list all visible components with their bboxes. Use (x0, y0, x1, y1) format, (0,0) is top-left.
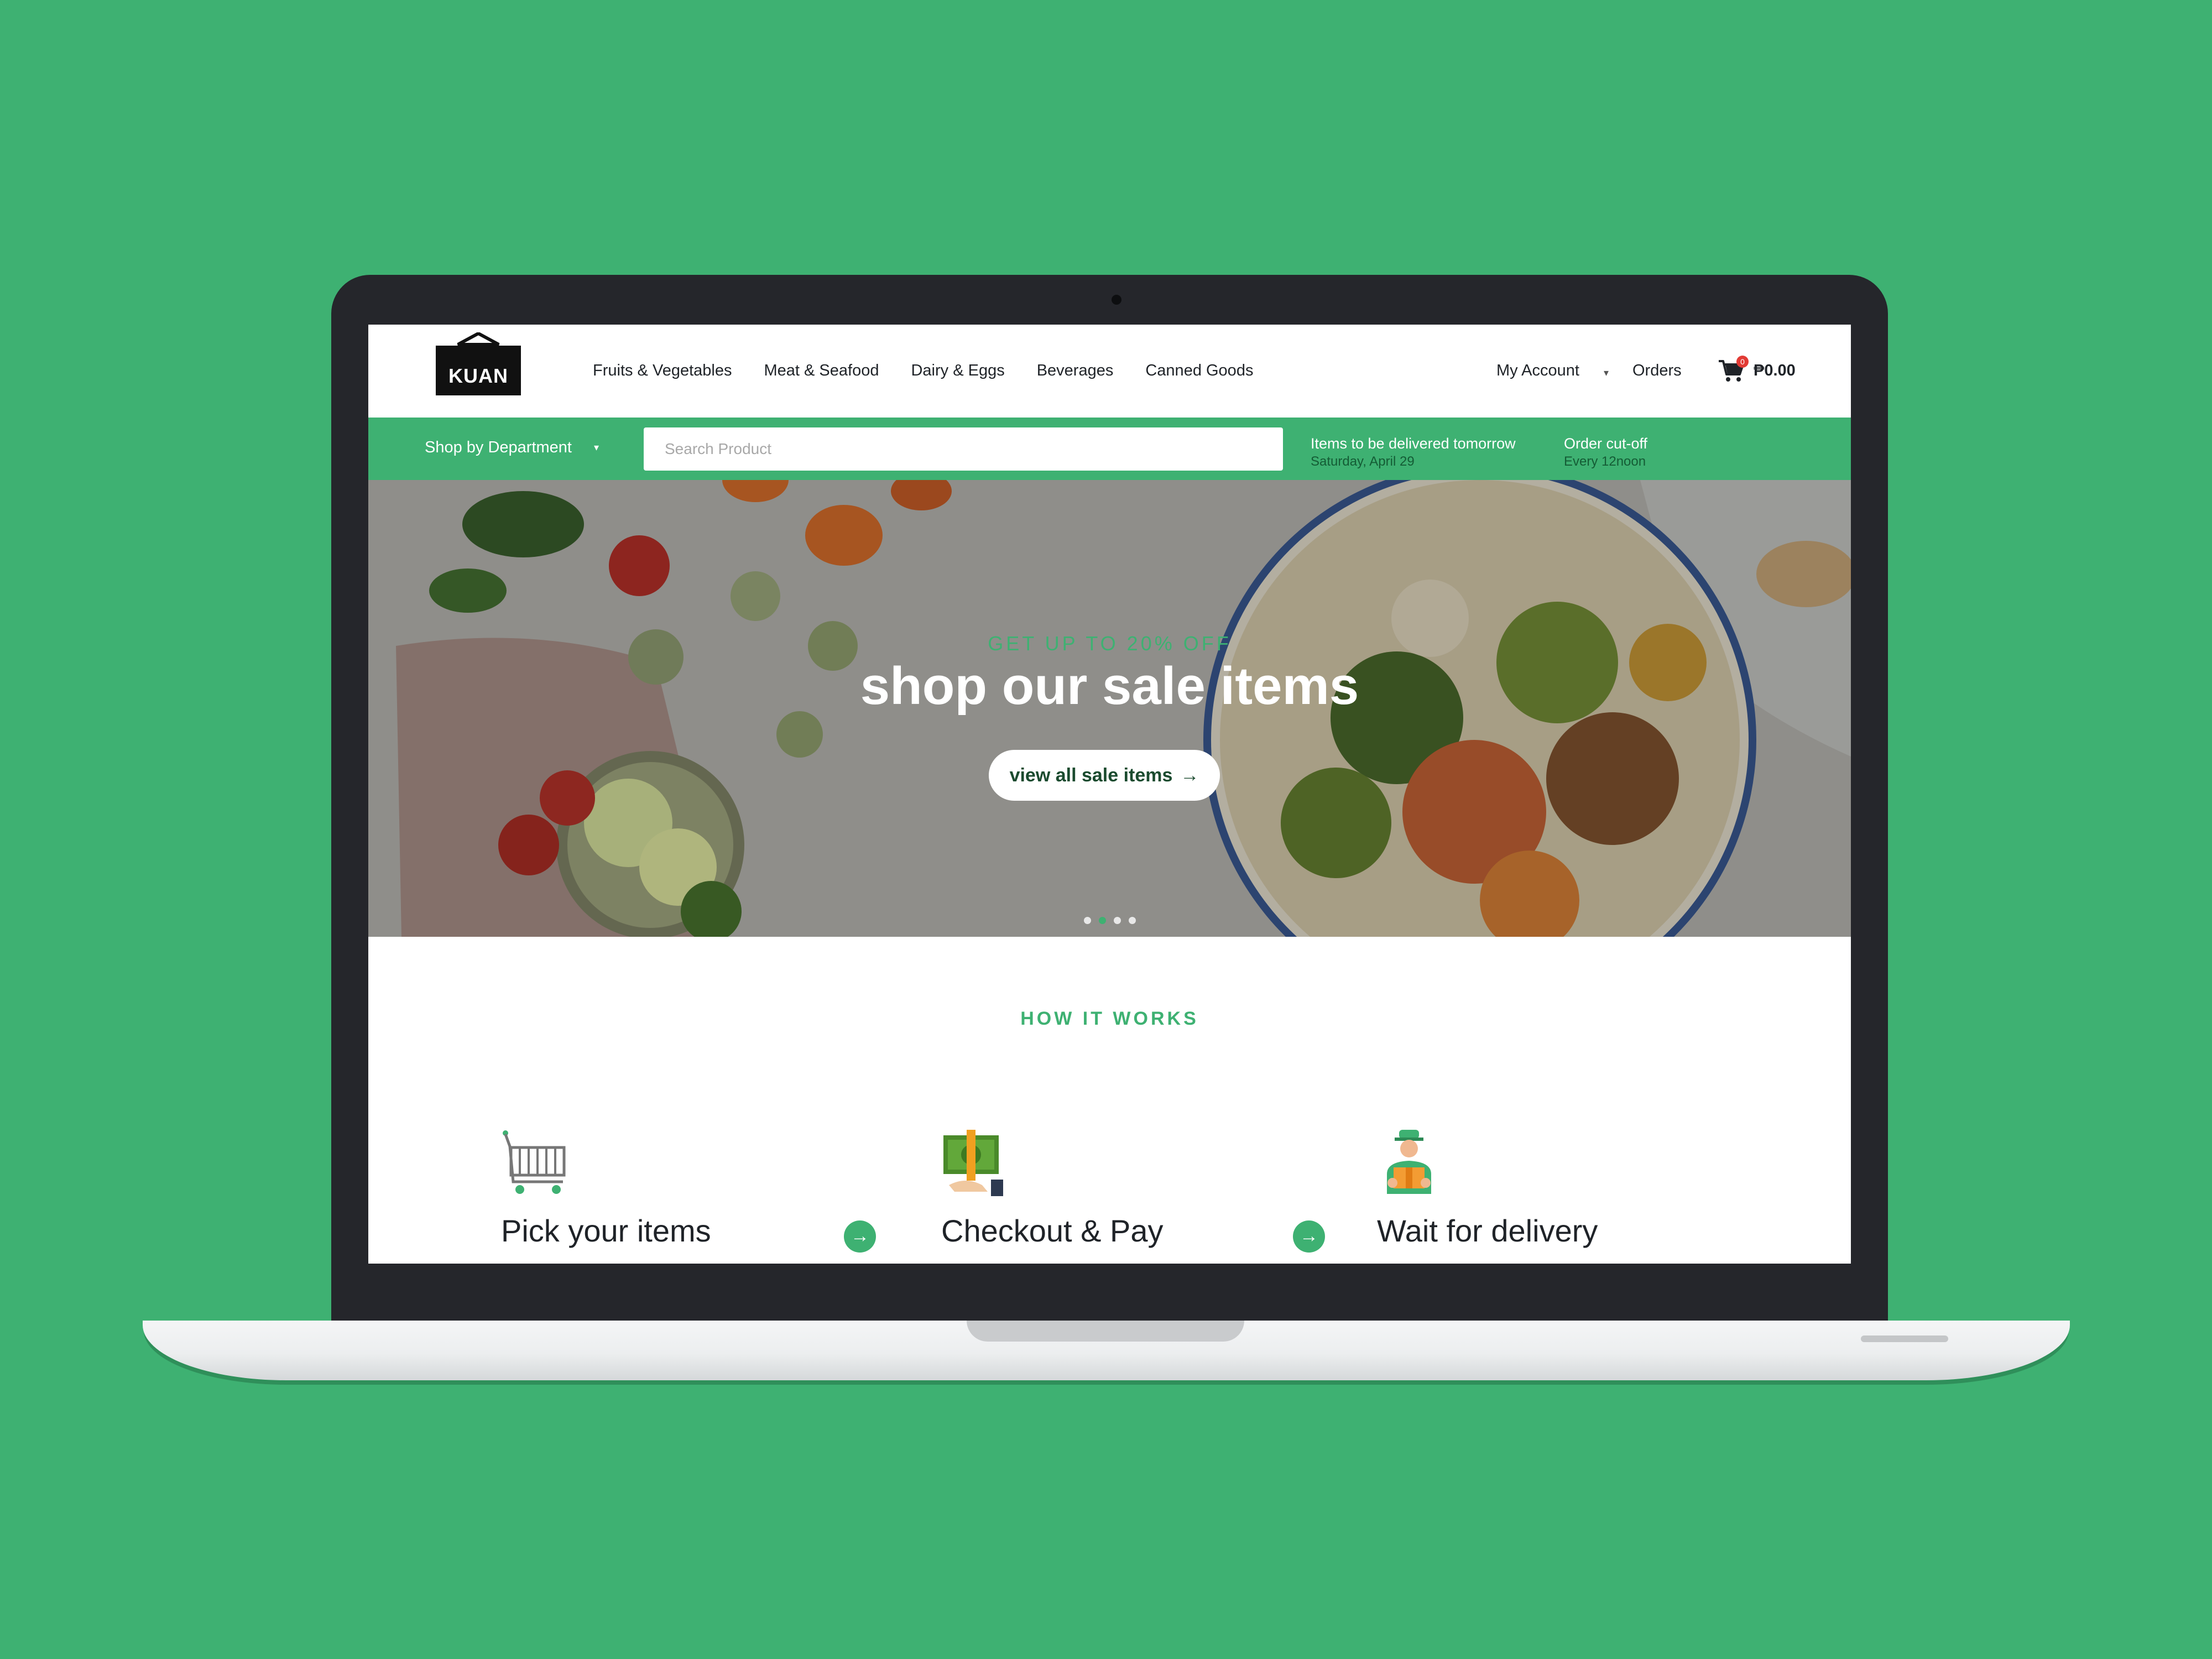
shopping-cart-icon (503, 1130, 566, 1194)
hero-title: shop our sale items (860, 656, 1359, 716)
cash-payment-icon (943, 1130, 1003, 1196)
browser-screen: KUAN Fruits & Vegetables Meat & Seafood … (368, 325, 1851, 1264)
hero-banner: GET UP TO 20% OFF shop our sale items vi… (368, 480, 1851, 937)
camera-dot (1112, 295, 1121, 305)
step-wait-delivery: Wait for delivery (1377, 1213, 1598, 1248)
hero-eyebrow: GET UP TO 20% OFF (988, 632, 1232, 655)
category-nav: Fruits & Vegetables Meat & Seafood Dairy… (593, 362, 1253, 380)
nav-link-beverages[interactable]: Beverages (1037, 362, 1114, 380)
arrow-right-icon: → (1293, 1220, 1325, 1253)
delivery-person-icon (1387, 1130, 1431, 1194)
carousel-dot-2[interactable] (1099, 917, 1106, 924)
search-input[interactable] (644, 427, 1283, 471)
delivery-info-title: Items to be delivered tomorrow (1311, 435, 1516, 452)
nav-link-canned-goods[interactable]: Canned Goods (1145, 362, 1253, 380)
brand-logo[interactable]: KUAN (436, 332, 521, 401)
how-it-works-heading: HOW IT WORKS (1020, 1008, 1199, 1029)
shop-by-department-dropdown[interactable]: Shop by Department (425, 439, 572, 457)
view-sale-items-button[interactable]: view all sale items → (989, 750, 1220, 801)
cutoff-info-title: Order cut-off (1564, 435, 1648, 452)
laptop-base-slot (1861, 1335, 1948, 1342)
arrow-right-icon: → (844, 1220, 876, 1253)
delivery-info-date: Saturday, April 29 (1311, 454, 1415, 469)
step-pick-items: Pick your items (501, 1213, 711, 1248)
view-sale-items-label: view all sale items (1009, 764, 1173, 786)
my-account-menu[interactable]: My Account (1496, 362, 1579, 380)
step-checkout-pay: Checkout & Pay (941, 1213, 1164, 1248)
nav-link-fruits-vegetables[interactable]: Fruits & Vegetables (593, 362, 732, 380)
nav-link-meat-seafood[interactable]: Meat & Seafood (764, 362, 879, 380)
cutoff-info-time: Every 12noon (1564, 454, 1646, 469)
nav-link-dairy-eggs[interactable]: Dairy & Eggs (911, 362, 1004, 380)
carousel-dot-4[interactable] (1129, 917, 1136, 924)
laptop-base-notch (967, 1321, 1244, 1342)
logo-text: KUAN (448, 364, 508, 387)
orders-link[interactable]: Orders (1632, 362, 1682, 380)
carousel-dot-1[interactable] (1084, 917, 1091, 924)
top-navigation: KUAN Fruits & Vegetables Meat & Seafood … (368, 325, 1851, 418)
chevron-down-icon[interactable]: ▾ (1604, 367, 1609, 379)
carousel-dots (1084, 917, 1136, 924)
chevron-down-icon[interactable]: ▾ (594, 442, 599, 453)
arrow-right-icon: → (1180, 764, 1199, 786)
cart-total[interactable]: ₱0.00 (1754, 362, 1796, 380)
carousel-dot-3[interactable] (1114, 917, 1121, 924)
cart-count-badge: 0 (1736, 356, 1749, 368)
